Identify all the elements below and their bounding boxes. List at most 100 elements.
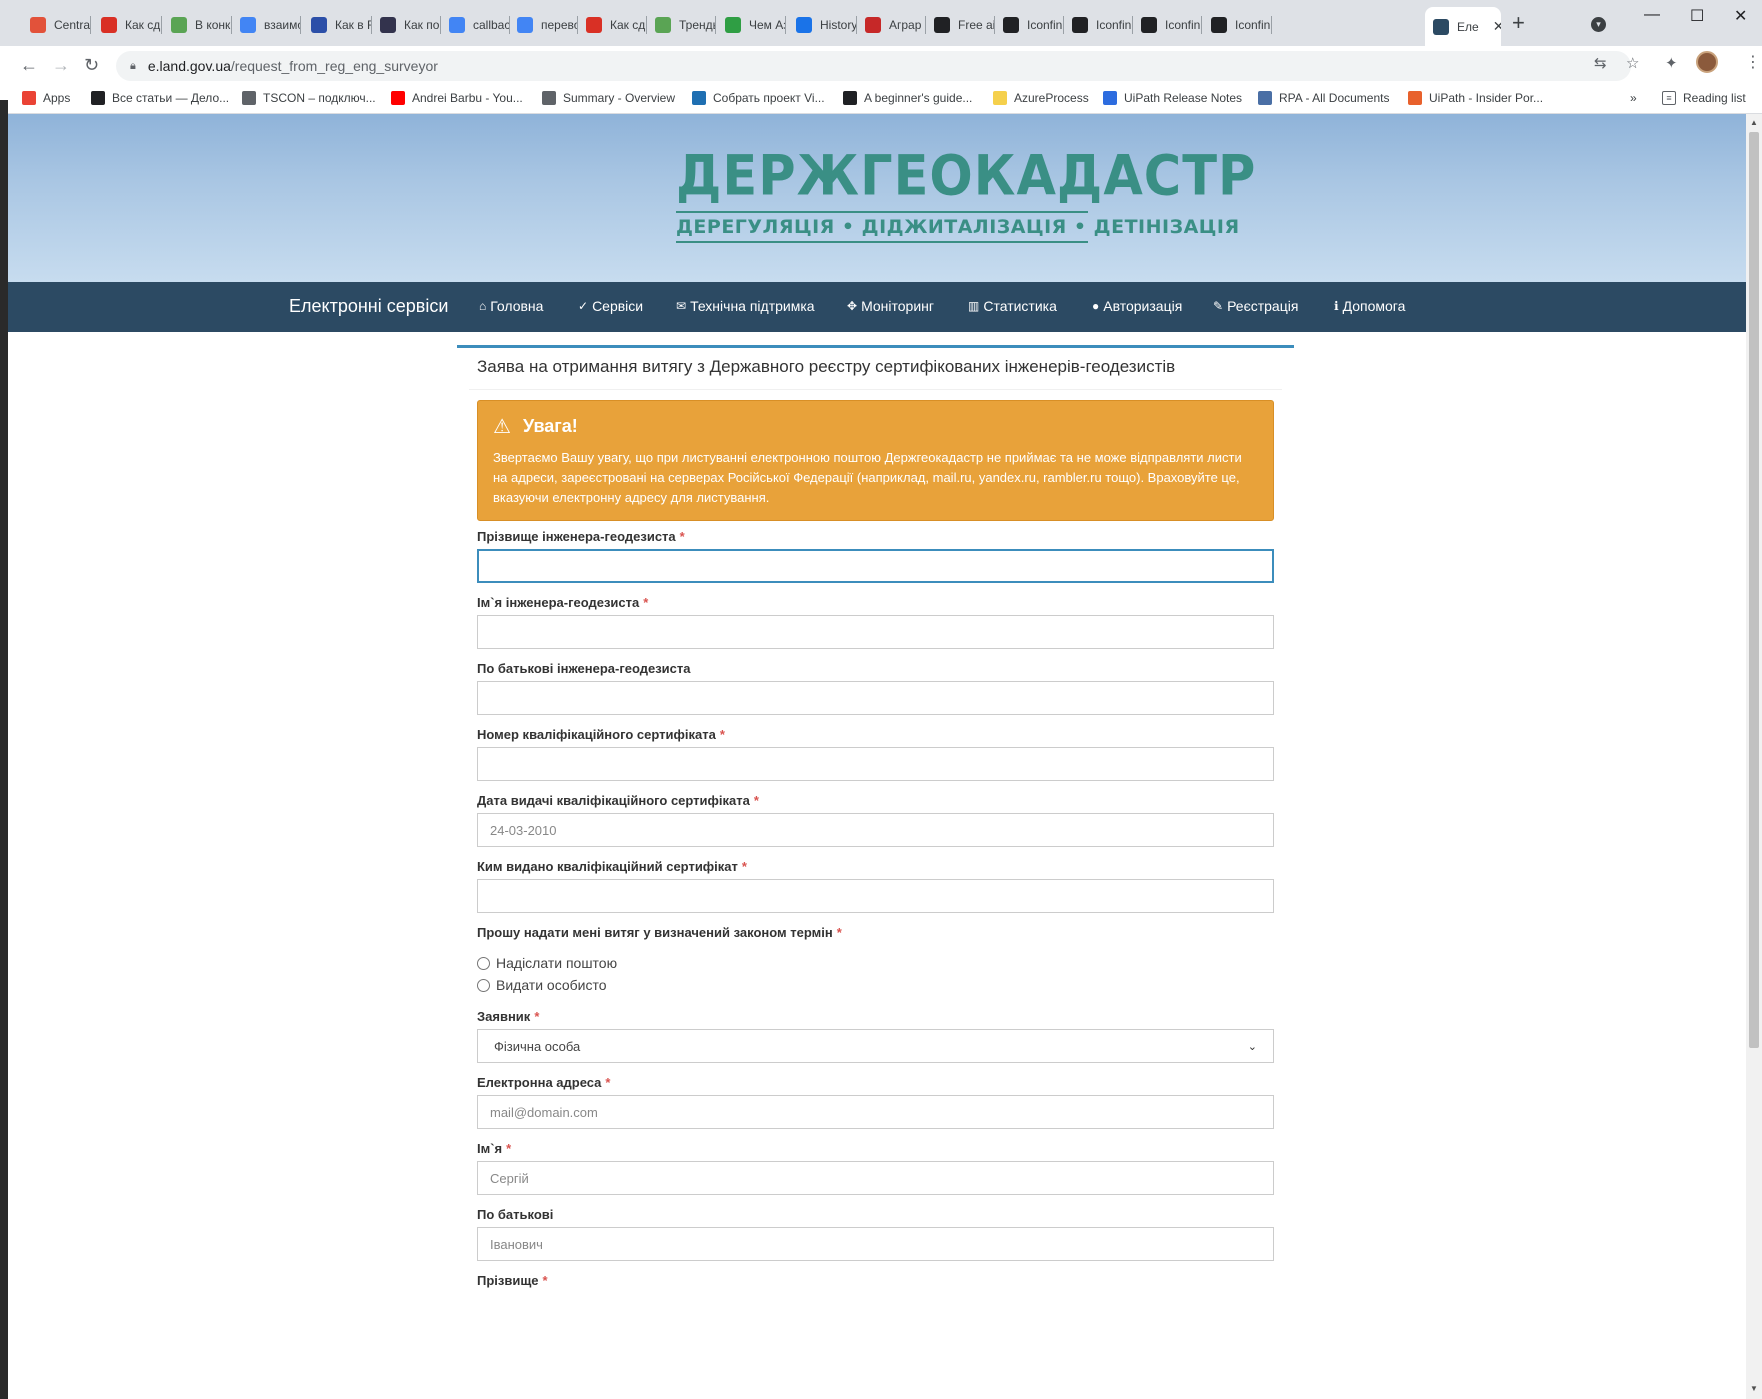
browser-tab[interactable]: В конк (163, 9, 232, 40)
logo-divider (676, 211, 1088, 213)
nav-item[interactable]: ⌂ Головна (479, 298, 543, 314)
address-bar[interactable]: 🔒︎ e.land.gov.ua /request_from_reg_eng_s… (116, 51, 1631, 81)
bookmark-item[interactable]: Andrei Barbu - You... (391, 91, 523, 105)
delivery-in-person-radio[interactable]: Видати особисто (477, 977, 607, 993)
main-navigation: Електронні сервіси ⌂ Головна ✓ Сервіси ✉ Техн… (8, 282, 1746, 332)
first-name-input[interactable]: Сергій (477, 1161, 1274, 1195)
browser-tab[interactable]: Чем Аз (717, 9, 786, 40)
tab-close-icon[interactable]: ✕ (1493, 18, 1501, 35)
cert-date-input[interactable]: 24-03-2010 (477, 813, 1274, 847)
cert-issuer-label-text: Ким видано кваліфікаційний сертифікат (477, 859, 738, 874)
surname-input[interactable] (477, 549, 1274, 583)
bookmark-label: UiPath Release Notes (1124, 91, 1243, 105)
nav-item[interactable]: ✉ Технічна підтримка (676, 298, 815, 314)
lock-icon[interactable]: 🔒︎ (130, 60, 136, 73)
radio-circle[interactable] (477, 956, 490, 970)
browser-tab[interactable]: перево (509, 9, 578, 40)
browser-tab[interactable]: Free ai (926, 9, 995, 40)
new-tab-button[interactable]: + (1512, 10, 1525, 36)
reading-list-icon: ≡ (1662, 91, 1676, 105)
bookmark-item[interactable]: UiPath Release Notes (1103, 91, 1242, 105)
tab-title: Iconfin (1235, 17, 1271, 32)
back-arrow-icon[interactable]: ← (20, 55, 38, 76)
reload-icon[interactable]: ↻ (84, 55, 99, 76)
name-input[interactable] (477, 615, 1274, 649)
maximize-icon[interactable]: ☐ (1690, 6, 1704, 26)
nav-item-label: Моніторинг (861, 298, 934, 314)
warning-triangle-icon: ⚠ (493, 416, 511, 438)
browser-tab[interactable]: взаимо (232, 9, 301, 40)
patronymic-input[interactable] (477, 681, 1274, 715)
browser-menu-icon[interactable]: ⋮ (1745, 52, 1761, 72)
gear-square-icon (692, 91, 706, 105)
browser-tab[interactable]: Как сд (578, 9, 647, 40)
dark-square-icon (380, 16, 396, 33)
bookmark-item[interactable]: TSCON – подключ... (242, 91, 376, 105)
reading-list-label: Reading list (1683, 91, 1746, 105)
nav-item[interactable]: ● Авторизація (1092, 298, 1182, 314)
site-logo[interactable]: ДЕРЖГЕОКАДАСТР ДЕРЕГУЛЯЦІЯ • ДІДЖИТАЛІЗА… (676, 145, 1255, 243)
cert-issuer-input[interactable] (477, 879, 1274, 913)
nav-item-label: Допомога (1342, 298, 1406, 314)
browser-tab[interactable]: Iconfin (1203, 9, 1272, 40)
nav-item-label: Авторизація (1103, 298, 1183, 314)
browser-tab[interactable]: Еле ✕ (1425, 7, 1501, 46)
tab-separator (161, 16, 162, 34)
forward-arrow-icon[interactable]: → (52, 55, 70, 76)
browser-tab[interactable]: Iconfin (1133, 9, 1202, 40)
nav-item[interactable]: ✓ Сервіси (578, 298, 643, 314)
globe-icon (242, 91, 256, 105)
green-stack-icon (655, 16, 671, 33)
tab-search-icon[interactable]: ▾ (1591, 17, 1606, 32)
cert-number-input[interactable] (477, 747, 1274, 781)
scroll-down-icon[interactable]: ▼ (1750, 1384, 1758, 1393)
scroll-thumb[interactable] (1749, 132, 1759, 1048)
extensions-puzzle-icon[interactable]: ✦ (1665, 54, 1678, 72)
browser-tab[interactable]: Centra (22, 9, 91, 40)
browser-tab[interactable]: History (788, 9, 857, 40)
applicant-select[interactable]: Фізична особа ⌄ (477, 1029, 1274, 1063)
nav-item[interactable]: ℹ Допомога (1334, 298, 1405, 314)
bookmark-star-icon[interactable]: ☆ (1626, 54, 1639, 72)
bookmark-item[interactable]: Apps (22, 91, 70, 105)
bookmark-label: A beginner's guide... (864, 91, 973, 105)
browser-tab[interactable]: Аграр (857, 9, 926, 40)
nav-item[interactable]: ✎ Реєстрація (1213, 298, 1298, 314)
alert-text: Звертаємо Вашу увагу, що при листуванні … (493, 450, 1242, 505)
middle-name-input[interactable]: Іванович (477, 1227, 1274, 1261)
browser-tab[interactable]: Iconfin (995, 9, 1064, 40)
delivery-by-post-radio[interactable]: Надіслати поштою (477, 955, 617, 971)
bookmark-item[interactable]: AzureProcess (993, 91, 1089, 105)
profile-avatar[interactable] (1696, 51, 1718, 73)
bar-chart-icon: ▥ (968, 299, 980, 313)
tab-title: Тренды (679, 17, 716, 32)
nav-item[interactable]: ▥ Статистика (968, 298, 1057, 314)
info-circle-icon: ℹ (1334, 299, 1339, 313)
bookmark-item[interactable]: A beginner's guide... (843, 91, 972, 105)
tab-title: Еле (1457, 19, 1479, 34)
bookmark-label: UiPath - Insider Por... (1429, 91, 1544, 105)
window-close-icon[interactable]: ✕ (1734, 6, 1747, 26)
browser-tab[interactable]: Как по (372, 9, 441, 40)
bookmark-item[interactable]: UiPath - Insider Por... (1408, 91, 1543, 105)
brand-link[interactable]: Електронні сервіси (289, 296, 448, 317)
radio-circle[interactable] (477, 978, 490, 992)
browser-tab[interactable]: Тренды (647, 9, 716, 40)
more-bookmarks-button[interactable]: » (1630, 91, 1637, 105)
bookmark-item[interactable]: RPA - All Documents (1258, 91, 1389, 105)
translate-icon[interactable]: ⇆ (1594, 54, 1607, 72)
browser-tab[interactable]: Как в F (303, 9, 372, 40)
nav-item[interactable]: ✥ Моніторинг (847, 298, 934, 314)
minimize-icon[interactable]: — (1644, 6, 1660, 24)
browser-tab[interactable]: callbac (441, 9, 510, 40)
browser-tab[interactable]: Как сд (93, 9, 162, 40)
scroll-up-icon[interactable]: ▲ (1750, 118, 1758, 127)
tab-title: Iconfin (1096, 17, 1132, 32)
reading-list-button[interactable]: ≡ Reading list (1662, 91, 1746, 105)
bookmark-item[interactable]: Собрать проект Vi... (692, 91, 825, 105)
bookmark-item[interactable]: Все статьи — Дело... (91, 91, 229, 105)
bookmark-item[interactable]: Summary - Overview (542, 91, 675, 105)
email-input[interactable]: mail@domain.com (477, 1095, 1274, 1129)
browser-tab[interactable]: Iconfin (1064, 9, 1133, 40)
page-scrollbar[interactable]: ▲ ▼ (1746, 114, 1762, 1399)
